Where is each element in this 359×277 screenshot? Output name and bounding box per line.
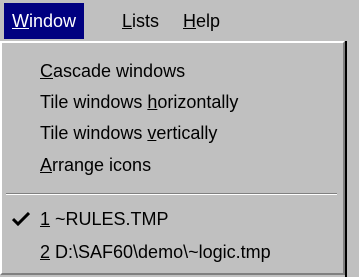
- menu-window[interactable]: Window: [4, 3, 85, 39]
- menu-item-label: Cascade windows: [40, 56, 185, 86]
- menu-lists-accel: L: [122, 11, 133, 31]
- label-accel: h: [147, 92, 158, 112]
- label-accel: C: [40, 61, 53, 81]
- label-suffix: ertically: [156, 123, 218, 143]
- menu-item-label: 2 D:\SAF60\demo\~logic.tmp: [40, 237, 271, 267]
- label-prefix: Tile windows: [40, 123, 148, 143]
- menu-item-tile-vertically[interactable]: Tile windows vertically: [2, 118, 341, 148]
- menu-item-label: Tile windows vertically: [40, 118, 217, 148]
- menu-help-label: elp: [196, 11, 221, 31]
- menu-item-window-2[interactable]: 2 D:\SAF60\demo\~logic.tmp: [2, 237, 341, 267]
- label-accel: 2: [40, 242, 51, 262]
- checkmark-icon: [12, 212, 30, 226]
- menu-bar: Window Lists Help: [0, 0, 359, 41]
- menu-lists[interactable]: Lists: [114, 3, 167, 39]
- label-accel: 1: [40, 209, 51, 229]
- label-prefix: Tile windows: [40, 92, 148, 112]
- menu-item-cascade-windows[interactable]: Cascade windows: [2, 56, 341, 86]
- label-suffix: rrange icons: [52, 155, 152, 175]
- menu-window-label: indow: [29, 11, 77, 31]
- window-dropdown-menu: Cascade windows Tile windows horizontall…: [0, 41, 347, 277]
- label-suffix: ~RULES.TMP: [50, 209, 169, 229]
- menu-lists-label: ists: [132, 11, 160, 31]
- menu-separator: [6, 193, 337, 195]
- label-suffix: ascade windows: [53, 61, 186, 81]
- menu-window-accel: W: [12, 11, 29, 31]
- label-suffix: orizontally: [157, 92, 239, 112]
- menu-help[interactable]: Help: [175, 3, 228, 39]
- menu-item-arrange-icons[interactable]: Arrange icons: [2, 150, 341, 180]
- menu-item-tile-horizontally[interactable]: Tile windows horizontally: [2, 87, 341, 117]
- menu-item-label: Tile windows horizontally: [40, 87, 238, 117]
- menu-item-label: Arrange icons: [40, 150, 151, 180]
- menu-item-label: 1 ~RULES.TMP: [40, 204, 169, 234]
- label-suffix: D:\SAF60\demo\~logic.tmp: [50, 242, 271, 262]
- menu-help-accel: H: [183, 11, 196, 31]
- menu-item-window-1[interactable]: 1 ~RULES.TMP: [2, 204, 341, 234]
- label-accel: A: [40, 155, 53, 175]
